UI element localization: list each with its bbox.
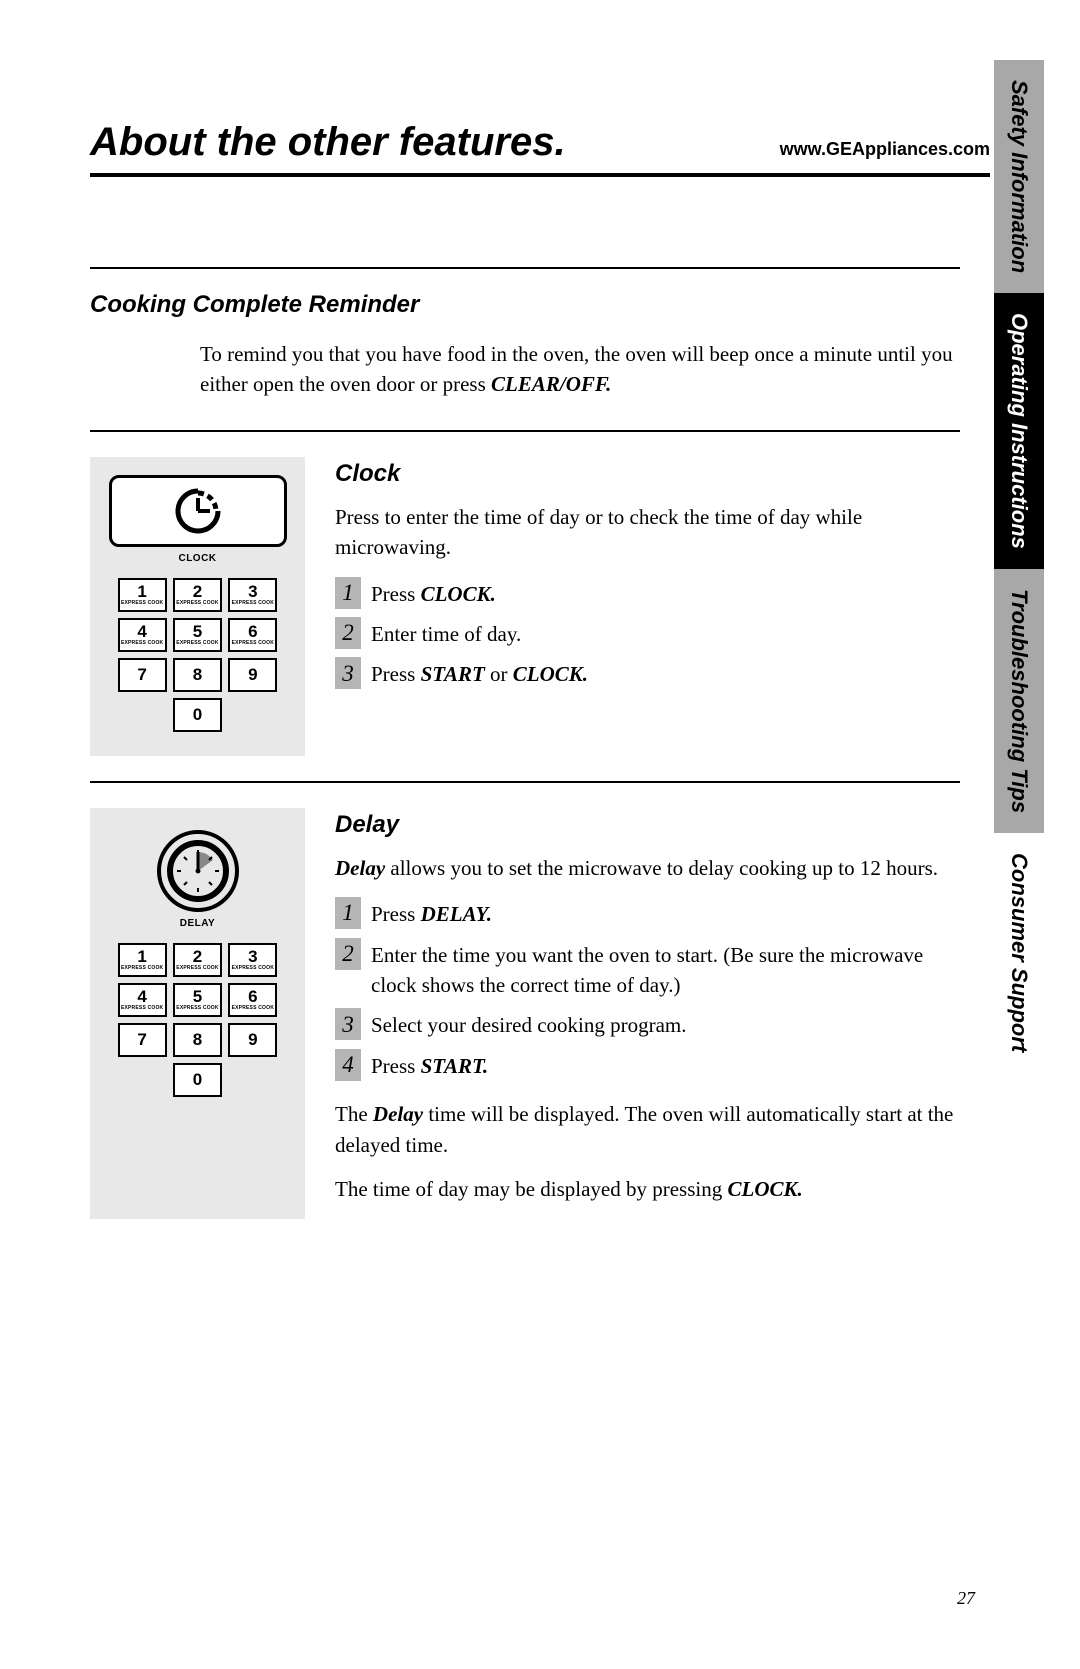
section-reminder-label: Cooking Complete Reminder xyxy=(90,291,960,319)
key-3: 3EXPRESS COOK xyxy=(228,943,277,977)
clock-keypad-panel: CLOCK 1EXPRESS COOK 2EXPRESS COOK 3EXPRE… xyxy=(90,457,305,756)
step-number: 2 xyxy=(335,938,361,970)
delay-label: Delay xyxy=(335,808,960,843)
delay-section: DELAY 1EXPRESS COOK 2EXPRESS COOK 3EXPRE… xyxy=(90,783,960,1244)
step-number: 2 xyxy=(335,617,361,649)
clock-icon xyxy=(173,486,223,536)
clock-keypad: 1EXPRESS COOK 2EXPRESS COOK 3EXPRESS COO… xyxy=(118,578,278,732)
key-3: 3EXPRESS COOK xyxy=(228,578,277,612)
delay-after-1: The Delay time will be displayed. The ov… xyxy=(335,1099,960,1160)
key-9: 9 xyxy=(228,1023,277,1057)
key-8: 8 xyxy=(173,658,222,692)
step-number: 3 xyxy=(335,1008,361,1040)
clock-intro: Press to enter the time of day or to che… xyxy=(335,502,960,563)
step-number: 4 xyxy=(335,1049,361,1081)
reminder-text: To remind you that you have food in the … xyxy=(200,339,960,400)
page-number: 27 xyxy=(957,1588,975,1609)
delay-step-4: 4 Press START. xyxy=(335,1049,960,1081)
key-2: 2EXPRESS COOK xyxy=(173,943,222,977)
key-4: 4EXPRESS COOK xyxy=(118,618,167,652)
clock-section: CLOCK 1EXPRESS COOK 2EXPRESS COOK 3EXPRE… xyxy=(90,432,960,781)
clock-display xyxy=(109,475,287,547)
key-7: 7 xyxy=(118,1023,167,1057)
page-title: About the other features. xyxy=(90,120,566,165)
clock-body: Clock Press to enter the time of day or … xyxy=(335,457,960,756)
step-number: 1 xyxy=(335,577,361,609)
key-0: 0 xyxy=(173,698,222,732)
clock-step-1: 1 Press CLOCK. xyxy=(335,577,960,609)
delay-dial-icon xyxy=(157,830,239,912)
delay-step-2: 2 Enter the time you want the oven to st… xyxy=(335,938,960,1001)
clock-label: Clock xyxy=(335,457,960,492)
header-url: www.GEAppliances.com xyxy=(780,139,990,160)
key-1: 1EXPRESS COOK xyxy=(118,578,167,612)
key-2: 2EXPRESS COOK xyxy=(173,578,222,612)
key-6: 6EXPRESS COOK xyxy=(228,983,277,1017)
delay-panel-label: DELAY xyxy=(180,918,215,929)
clock-panel-label: CLOCK xyxy=(178,553,216,564)
key-9: 9 xyxy=(228,658,277,692)
delay-intro: Delay allows you to set the microwave to… xyxy=(335,853,960,883)
delay-step-1: 1 Press DELAY. xyxy=(335,897,960,929)
key-5: 5EXPRESS COOK xyxy=(173,983,222,1017)
delay-body: Delay Delay allows you to set the microw… xyxy=(335,808,960,1219)
delay-keypad: 1EXPRESS COOK 2EXPRESS COOK 3EXPRESS COO… xyxy=(118,943,278,1097)
delay-step-3: 3 Select your desired cooking program. xyxy=(335,1008,960,1040)
key-6: 6EXPRESS COOK xyxy=(228,618,277,652)
clock-step-3: 3 Press START or CLOCK. xyxy=(335,657,960,689)
key-8: 8 xyxy=(173,1023,222,1057)
key-4: 4EXPRESS COOK xyxy=(118,983,167,1017)
delay-after-2: The time of day may be displayed by pres… xyxy=(335,1174,960,1204)
step-number: 1 xyxy=(335,897,361,929)
step-number: 3 xyxy=(335,657,361,689)
key-5: 5EXPRESS COOK xyxy=(173,618,222,652)
key-7: 7 xyxy=(118,658,167,692)
delay-keypad-panel: DELAY 1EXPRESS COOK 2EXPRESS COOK 3EXPRE… xyxy=(90,808,305,1219)
page-header: About the other features. www.GEApplianc… xyxy=(90,120,990,177)
key-1: 1EXPRESS COOK xyxy=(118,943,167,977)
key-0: 0 xyxy=(173,1063,222,1097)
clock-step-2: 2 Enter time of day. xyxy=(335,617,960,649)
